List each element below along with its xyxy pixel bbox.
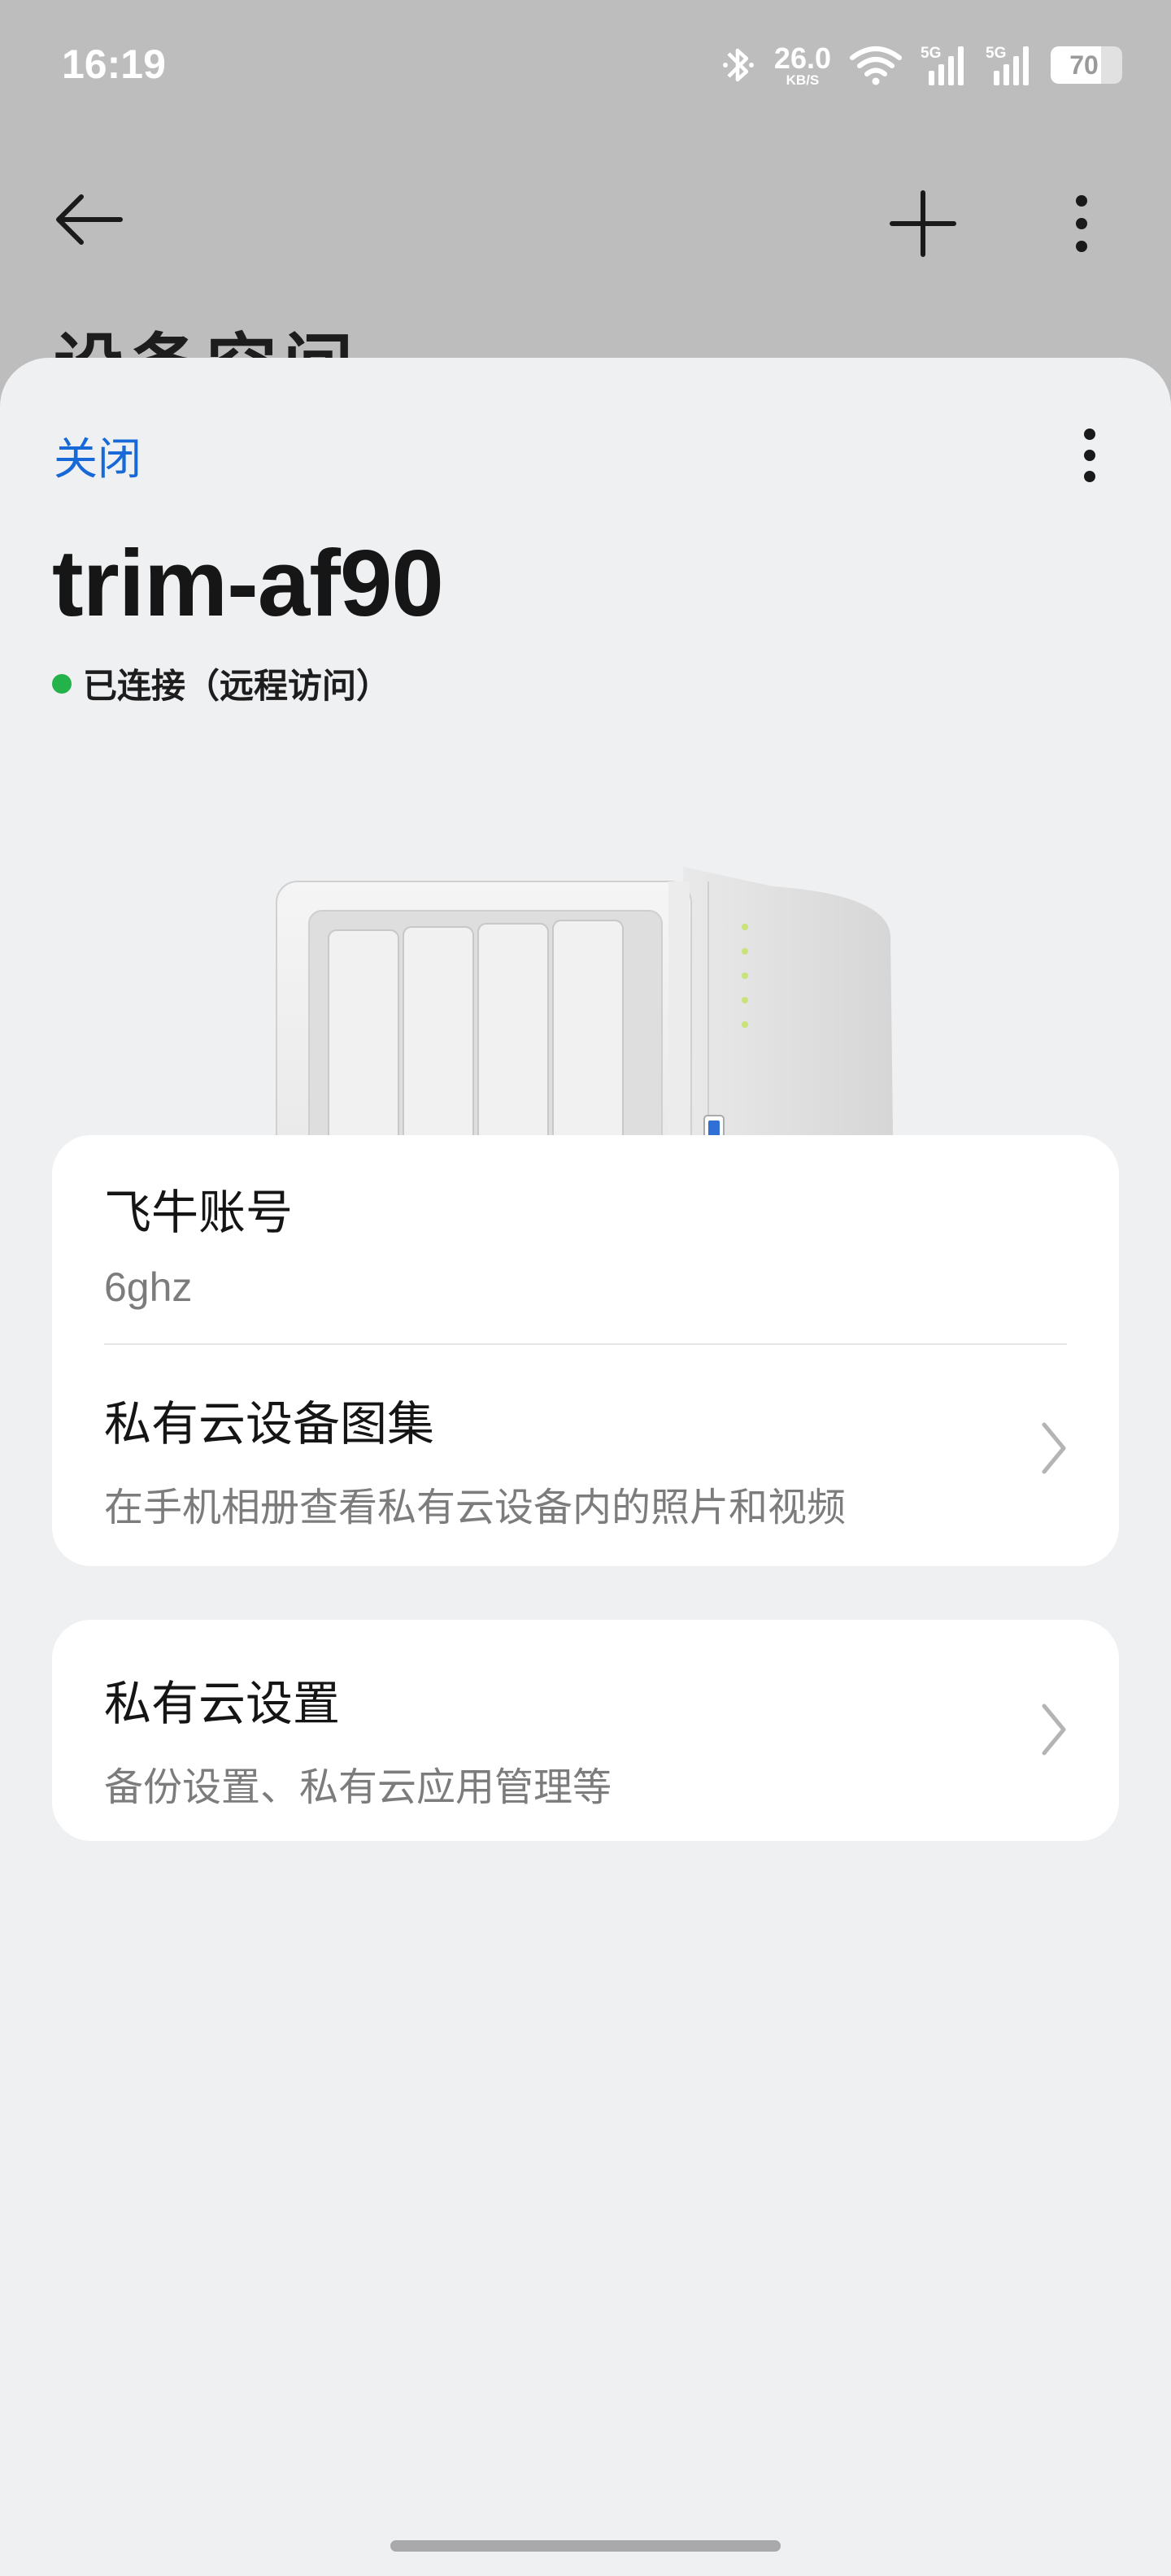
device-detail-sheet: 关闭 trim-af90 已连接（远程访问） 飞牛账号 6ghz 私有云设备图集… xyxy=(0,358,1171,2576)
wifi-icon xyxy=(850,46,902,85)
gallery-row[interactable]: 私有云设备图集 在手机相册查看私有云设备内的照片和视频 xyxy=(104,1386,1067,1532)
network-speed: 26.0 KB/S xyxy=(773,41,831,88)
bluetooth-icon xyxy=(722,48,754,82)
divider xyxy=(104,1343,1067,1345)
close-button[interactable]: 关闭 xyxy=(54,423,141,487)
account-gallery-card: 飞牛账号 6ghz 私有云设备图集 在手机相册查看私有云设备内的照片和视频 xyxy=(52,1135,1119,1566)
account-row[interactable]: 飞牛账号 6ghz xyxy=(104,1174,1067,1311)
gallery-subtitle: 在手机相册查看私有云设备内的照片和视频 xyxy=(104,1485,847,1530)
settings-row[interactable]: 私有云设置 备份设置、私有云应用管理等 xyxy=(104,1665,1067,1812)
background-toolbar xyxy=(0,163,1171,268)
more-vertical-icon[interactable] xyxy=(1057,183,1106,264)
home-indicator[interactable] xyxy=(390,2540,781,2552)
back-arrow-icon[interactable] xyxy=(49,187,130,252)
connection-status: 已连接（远程访问） xyxy=(52,659,390,708)
signal-icon: 5G xyxy=(986,43,1033,87)
chevron-right-icon[interactable] xyxy=(1038,1420,1070,1477)
plus-icon[interactable] xyxy=(882,183,964,264)
settings-card[interactable]: 私有云设置 备份设置、私有云应用管理等 xyxy=(52,1620,1119,1841)
network-speed-value: 26.0 xyxy=(773,41,831,75)
status-bar: 16:19 26.0 KB/S 5G 5G 70 xyxy=(0,0,1171,130)
status-icons: 26.0 KB/S 5G 5G 70 xyxy=(720,39,1122,91)
device-name: trim-af90 xyxy=(52,530,444,636)
gallery-title: 私有云设备图集 xyxy=(104,1396,435,1451)
battery-icon: 70 xyxy=(1051,46,1122,84)
connection-status-text: 已连接（远程访问） xyxy=(83,666,391,706)
chevron-right-icon[interactable] xyxy=(1038,1701,1070,1758)
battery-percent: 70 xyxy=(1069,50,1099,80)
settings-subtitle: 备份设置、私有云应用管理等 xyxy=(104,1764,612,1810)
status-dot xyxy=(52,673,72,694)
settings-title: 私有云设置 xyxy=(104,1676,341,1731)
network-speed-unit: KB/S xyxy=(786,72,820,88)
account-value: 6ghz xyxy=(104,1264,193,1310)
status-time: 16:19 xyxy=(62,41,166,87)
signal-icon: 5G xyxy=(921,43,968,87)
more-vertical-icon[interactable] xyxy=(1065,423,1114,488)
account-title: 飞牛账号 xyxy=(104,1185,294,1240)
